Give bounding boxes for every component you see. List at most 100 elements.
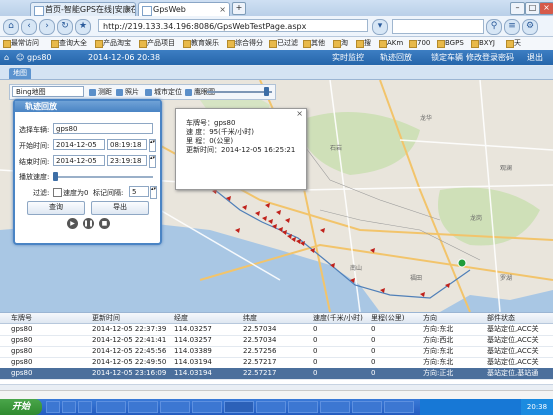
bookmark-item[interactable]: 综合得分: [226, 37, 263, 50]
map-toolbar: Bing地图 测距 照片 城市定位 鹰眼图: [9, 84, 276, 100]
refresh-icon[interactable]: ↻: [57, 19, 73, 35]
col-speed[interactable]: 速度(千米/小时): [313, 313, 363, 323]
home-icon[interactable]: ⌂: [4, 50, 9, 65]
tab-homepage[interactable]: 首页-智能GPS在线|安康在 ×: [30, 2, 136, 16]
cell-longitude: 114.03194: [174, 369, 212, 377]
col-mileage[interactable]: 里程(公里): [371, 313, 404, 323]
forward-icon[interactable]: ›: [39, 19, 55, 35]
end-time-stepper[interactable]: ▴▾: [149, 155, 156, 168]
taskbar-window[interactable]: [384, 401, 414, 413]
bookmark-item[interactable]: BGPS: [436, 37, 464, 50]
cell-plate: gps80: [11, 358, 33, 366]
track-playback-panel: 轨迹回放 选择车辆: gps80 开始时间: 2014-12-05 08:19:…: [13, 99, 162, 245]
bookmark-item[interactable]: 产品项目: [138, 37, 175, 50]
bookmark-item[interactable]: 天: [505, 37, 521, 50]
taskbar-window[interactable]: [256, 401, 286, 413]
play-icon[interactable]: ▶: [67, 218, 78, 229]
mark-interval-stepper[interactable]: ▴▾: [150, 186, 157, 199]
quicklaunch-icon[interactable]: [62, 401, 76, 413]
bookmark-item[interactable]: 查询大全: [50, 37, 87, 50]
city-locate-tool[interactable]: 城市定位: [145, 87, 182, 97]
taskbar-window[interactable]: [128, 401, 158, 413]
filter-label: 过滤:: [33, 189, 50, 197]
bookmark-item[interactable]: 700: [408, 37, 430, 50]
zoom-slider-thumb[interactable]: [264, 87, 269, 96]
tools-icon[interactable]: ⚙: [522, 19, 538, 35]
close-icon[interactable]: ×: [125, 3, 132, 16]
maximize-button[interactable]: □: [525, 2, 540, 15]
dropdown-icon[interactable]: ▾: [372, 19, 388, 35]
bookmark-item[interactable]: 产品淘宝: [94, 37, 131, 50]
filter-speed-checkbox[interactable]: [53, 188, 62, 197]
bookmark-item[interactable]: 其他: [302, 37, 325, 50]
search-icon[interactable]: ⚲: [486, 19, 502, 35]
address-bar[interactable]: http://219.133.34.196:8086/GpsWebTestPag…: [98, 19, 368, 32]
svg-text:南山: 南山: [350, 264, 362, 272]
taskbar-window[interactable]: [96, 401, 126, 413]
bookmark-item[interactable]: 最常访问: [2, 37, 39, 50]
start-time-field[interactable]: 08:19:18: [107, 139, 147, 150]
back-icon[interactable]: ‹: [21, 19, 37, 35]
search-input[interactable]: [392, 19, 484, 34]
cell-longitude: 114.03257: [174, 336, 212, 344]
map-type-select[interactable]: Bing地图: [12, 86, 84, 97]
stop-icon[interactable]: ■: [99, 218, 110, 229]
tab-gpsweb[interactable]: GpsWeb ×: [138, 2, 230, 16]
close-icon[interactable]: ×: [296, 109, 303, 118]
nav-realtime-monitor[interactable]: 实时监控: [332, 50, 364, 65]
bookmark-item[interactable]: 淘: [332, 37, 348, 50]
nav-change-password[interactable]: 修改登录密码: [466, 50, 514, 65]
export-button[interactable]: 导出: [91, 201, 149, 215]
tab-map[interactable]: 地图: [9, 68, 31, 79]
bookmark-item[interactable]: AKm: [378, 37, 403, 50]
mark-interval-input[interactable]: 5: [129, 186, 149, 197]
close-icon[interactable]: ×: [219, 3, 226, 16]
zoom-slider-track[interactable]: [207, 91, 272, 93]
bookmark-item[interactable]: 已过滤: [268, 37, 298, 50]
col-direction[interactable]: 方向: [423, 313, 437, 323]
nav-lock-vehicle[interactable]: 锁定车辆: [431, 50, 463, 65]
taskbar-window-active[interactable]: [224, 401, 254, 413]
col-latitude[interactable]: 纬度: [243, 313, 257, 323]
taskbar-window[interactable]: [192, 401, 222, 413]
measure-tool[interactable]: 测距: [89, 87, 112, 97]
start-date-field[interactable]: 2014-12-05: [53, 139, 105, 150]
taskbar-window[interactable]: [160, 401, 190, 413]
col-update-time[interactable]: 更新时间: [92, 313, 120, 323]
current-user: gps80: [27, 53, 52, 62]
cell-latitude: 22.57034: [243, 325, 277, 333]
col-plate[interactable]: 车牌号: [11, 313, 32, 323]
pause-icon[interactable]: ❚❚: [83, 218, 94, 229]
speed-label: 播放速度:: [19, 173, 50, 181]
quicklaunch-icon[interactable]: [46, 401, 60, 413]
minimize-button[interactable]: –: [510, 2, 525, 15]
nav-track-playback[interactable]: 轨迹回放: [380, 50, 412, 65]
table-row-selected[interactable]: gps80 2014-12-05 23:16:09 114.03194 22.5…: [0, 368, 553, 380]
cell-plate: gps80: [11, 325, 33, 333]
taskbar-window[interactable]: [352, 401, 382, 413]
bookmark-item[interactable]: 搜: [355, 37, 371, 50]
nav-logout[interactable]: 退出: [527, 50, 543, 65]
end-date-field[interactable]: 2014-12-05: [53, 155, 105, 166]
start-button[interactable]: 开始: [0, 399, 42, 415]
vehicle-input[interactable]: gps80: [53, 123, 153, 134]
speed-slider-track[interactable]: [53, 176, 153, 178]
speed-slider-thumb[interactable]: [53, 172, 58, 181]
bookmark-item[interactable]: BXYJ: [470, 37, 495, 50]
home-icon[interactable]: ⌂: [3, 19, 19, 35]
close-window-button[interactable]: ×: [539, 2, 553, 15]
taskbar-window[interactable]: [288, 401, 318, 413]
menu-icon[interactable]: ≡: [504, 19, 520, 35]
cell-status: 基站定位,ACC关: [487, 325, 539, 333]
start-time-stepper[interactable]: ▴▾: [149, 139, 156, 152]
stop-icon[interactable]: ★: [75, 19, 91, 35]
taskbar-window[interactable]: [320, 401, 350, 413]
new-tab-button[interactable]: +: [232, 2, 246, 15]
bookmark-item[interactable]: 教育娱乐: [182, 37, 219, 50]
col-longitude[interactable]: 经度: [174, 313, 188, 323]
col-status[interactable]: 部件状态: [487, 313, 515, 323]
query-button[interactable]: 查询: [27, 201, 85, 215]
end-time-field[interactable]: 23:19:18: [107, 155, 147, 166]
photo-tool[interactable]: 照片: [116, 87, 139, 97]
quicklaunch-icon[interactable]: [78, 401, 92, 413]
